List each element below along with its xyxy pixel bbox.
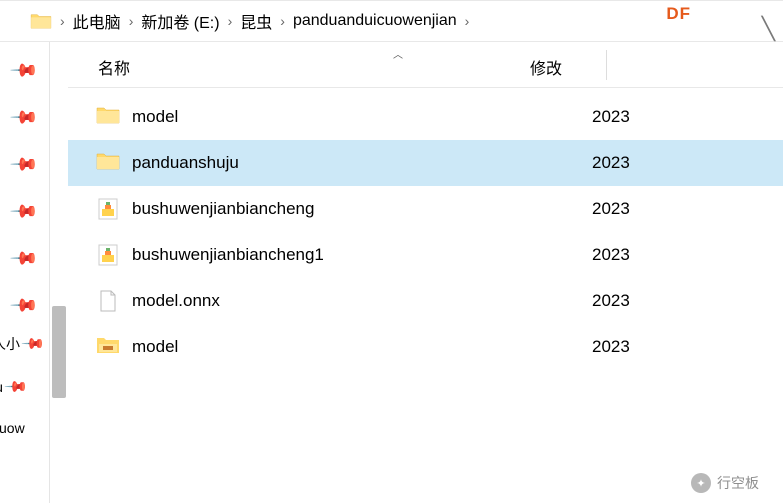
chevron-right-icon: › xyxy=(127,13,136,29)
sidebar-item[interactable]: cuow xyxy=(0,420,43,436)
column-headers: 名称 修改 xyxy=(68,42,783,88)
file-date: 2023 xyxy=(592,153,630,173)
file-row[interactable]: model2023 xyxy=(68,324,783,370)
file-name: bushuwenjianbiancheng xyxy=(132,199,592,219)
mind-icon xyxy=(96,197,120,221)
pin-icon: 📌 xyxy=(9,55,40,86)
pin-icon: 📌 xyxy=(9,196,40,227)
chevron-right-icon: › xyxy=(58,13,67,29)
file-date: 2023 xyxy=(592,291,630,311)
chevron-right-icon: › xyxy=(226,13,235,29)
file-icon xyxy=(96,289,120,313)
file-date: 2023 xyxy=(592,337,630,357)
file-row[interactable]: bushuwenjianbiancheng2023 xyxy=(68,186,783,232)
sidebar-item[interactable]: 人小📌 xyxy=(0,334,43,354)
column-header-name[interactable]: 名称 xyxy=(68,55,530,79)
scrollbar-thumb[interactable] xyxy=(52,306,66,398)
chevron-right-icon: › xyxy=(278,13,287,29)
pin-icon: 📌 xyxy=(9,290,40,321)
mind-icon xyxy=(96,243,120,267)
quick-access-sidebar: 📌 📌 📌 📌 📌 📌 人小📌 ju📌 cuow xyxy=(0,42,50,503)
file-name: model xyxy=(132,107,592,127)
crumb-thispc[interactable]: 此电脑 xyxy=(67,5,127,37)
file-date: 2023 xyxy=(592,107,630,127)
file-name: model xyxy=(132,337,592,357)
pin-icon: 📌 xyxy=(9,102,40,133)
file-row[interactable]: model2023 xyxy=(68,94,783,140)
folder-icon xyxy=(96,151,120,175)
file-list-pane: ︿ 名称 修改 model2023panduanshuju2023bushuwe… xyxy=(68,42,783,503)
file-date: 2023 xyxy=(592,245,630,265)
sidebar-scrollbar[interactable] xyxy=(50,42,68,503)
crumb-folder1[interactable]: 昆虫 xyxy=(234,5,278,37)
folder-icon xyxy=(30,12,52,30)
sort-indicator-icon: ︿ xyxy=(393,46,403,61)
watermark: ✦ 行空板 xyxy=(691,473,759,493)
file-row[interactable]: model.onnx2023 xyxy=(68,278,783,324)
file-name: model.onnx xyxy=(132,291,592,311)
file-row[interactable]: panduanshuju2023 xyxy=(68,140,783,186)
file-name: bushuwenjianbiancheng1 xyxy=(132,245,592,265)
pin-icon: 📌 xyxy=(20,331,46,357)
file-date: 2023 xyxy=(592,199,630,219)
file-name: panduanshuju xyxy=(132,153,592,173)
wechat-icon: ✦ xyxy=(691,473,711,493)
pin-icon: 📌 xyxy=(9,149,40,180)
pin-icon: 📌 xyxy=(9,243,40,274)
folder-icon xyxy=(96,105,120,129)
chevron-right-icon: › xyxy=(463,13,472,29)
crumb-drive[interactable]: 新加卷 (E:) xyxy=(135,5,225,37)
sidebar-item[interactable]: ju📌 xyxy=(0,378,43,396)
file-row[interactable]: bushuwenjianbiancheng12023 xyxy=(68,232,783,278)
df-badge: DF xyxy=(666,4,691,24)
crumb-folder2[interactable]: panduanduicuowenjian xyxy=(287,8,463,34)
pin-icon: 📌 xyxy=(3,374,29,400)
package-icon xyxy=(96,335,120,359)
backslash-icon: ╲ xyxy=(762,16,775,42)
